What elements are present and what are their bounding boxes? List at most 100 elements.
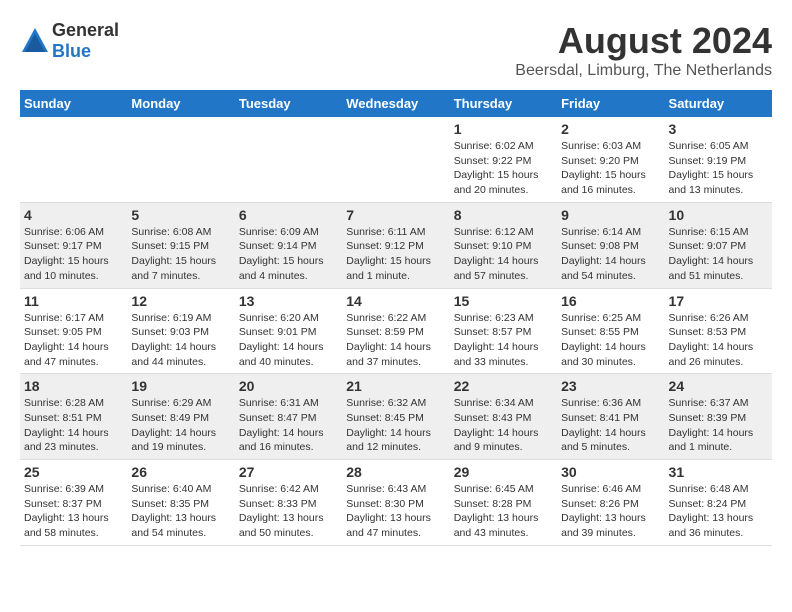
- calendar-week-row: 18Sunrise: 6:28 AM Sunset: 8:51 PM Dayli…: [20, 374, 772, 460]
- calendar-cell: 8 Sunrise: 6:12 AM Sunset: 9:10 PM Daylig…: [450, 202, 557, 288]
- weekday-header-row: SundayMondayTuesdayWednesdayThursdayFrid…: [20, 90, 772, 117]
- day-info: Sunrise: 6:37 AM Sunset: 8:39 PM Dayligh…: [669, 396, 768, 455]
- calendar-cell: 15 Sunrise: 6:23 AM Sunset: 8:57 PM Dayli…: [450, 288, 557, 374]
- day-number: 16: [561, 293, 660, 309]
- weekday-header-tuesday: Tuesday: [235, 90, 342, 117]
- day-number: 26: [131, 464, 230, 480]
- day-info: Sunrise: 6:43 AM Sunset: 8:30 PM Dayligh…: [346, 482, 445, 541]
- weekday-header-sunday: Sunday: [20, 90, 127, 117]
- day-number: 3: [669, 121, 768, 137]
- day-number: 15: [454, 293, 553, 309]
- day-number: 30: [561, 464, 660, 480]
- weekday-header-thursday: Thursday: [450, 90, 557, 117]
- day-info: Sunrise: 6:15 AM Sunset: 9:07 PM Dayligh…: [669, 225, 768, 284]
- day-number: 29: [454, 464, 553, 480]
- day-info: Sunrise: 6:39 AM Sunset: 8:37 PM Dayligh…: [24, 482, 123, 541]
- weekday-header-saturday: Saturday: [665, 90, 772, 117]
- day-number: 28: [346, 464, 445, 480]
- calendar-cell: 31 Sunrise: 6:48 AM Sunset: 8:24 PM Dayli…: [665, 460, 772, 546]
- title-block: August 2024 Beersdal, Limburg, The Nethe…: [515, 20, 772, 80]
- day-number: 20: [239, 378, 338, 394]
- calendar-cell: [20, 117, 127, 202]
- day-info: Sunrise: 6:09 AM Sunset: 9:14 PM Dayligh…: [239, 225, 338, 284]
- calendar-cell: 19 Sunrise: 6:29 AM Sunset: 8:49 PM Dayli…: [127, 374, 234, 460]
- day-info: Sunrise: 6:19 AM Sunset: 9:03 PM Dayligh…: [131, 311, 230, 370]
- day-number: 22: [454, 378, 553, 394]
- logo-icon: [20, 26, 50, 56]
- calendar-cell: 7 Sunrise: 6:11 AM Sunset: 9:12 PM Daylig…: [342, 202, 449, 288]
- weekday-header-monday: Monday: [127, 90, 234, 117]
- calendar-cell: 1 Sunrise: 6:02 AM Sunset: 9:22 PM Daylig…: [450, 117, 557, 202]
- calendar-cell: 28 Sunrise: 6:43 AM Sunset: 8:30 PM Dayli…: [342, 460, 449, 546]
- day-number: 19: [131, 378, 230, 394]
- logo: General Blue: [20, 20, 119, 62]
- day-info: Sunrise: 6:31 AM Sunset: 8:47 PM Dayligh…: [239, 396, 338, 455]
- day-number: 6: [239, 207, 338, 223]
- calendar-week-row: 25 Sunrise: 6:39 AM Sunset: 8:37 PM Dayli…: [20, 460, 772, 546]
- day-number: 12: [131, 293, 230, 309]
- subtitle: Beersdal, Limburg, The Netherlands: [515, 62, 772, 80]
- day-number: 5: [131, 207, 230, 223]
- day-info: Sunrise: 6:29 AM Sunset: 8:49 PM Dayligh…: [131, 396, 230, 455]
- calendar-cell: [127, 117, 234, 202]
- calendar-cell: 11 Sunrise: 6:17 AM Sunset: 9:05 PM Dayli…: [20, 288, 127, 374]
- day-info: Sunrise: 6:36 AM Sunset: 8:41 PM Dayligh…: [561, 396, 660, 455]
- day-number: 7: [346, 207, 445, 223]
- calendar-cell: 13 Sunrise: 6:20 AM Sunset: 9:01 PM Dayli…: [235, 288, 342, 374]
- calendar-cell: 30Sunrise: 6:46 AM Sunset: 8:26 PM Dayli…: [557, 460, 664, 546]
- day-info: Sunrise: 6:06 AM Sunset: 9:17 PM Dayligh…: [24, 225, 123, 284]
- calendar-table: SundayMondayTuesdayWednesdayThursdayFrid…: [20, 90, 772, 546]
- day-number: 9: [561, 207, 660, 223]
- logo-blue: Blue: [52, 41, 91, 61]
- day-info: Sunrise: 6:25 AM Sunset: 8:55 PM Dayligh…: [561, 311, 660, 370]
- day-info: Sunrise: 6:11 AM Sunset: 9:12 PM Dayligh…: [346, 225, 445, 284]
- day-number: 2: [561, 121, 660, 137]
- day-number: 14: [346, 293, 445, 309]
- calendar-cell: 22 Sunrise: 6:34 AM Sunset: 8:43 PM Dayli…: [450, 374, 557, 460]
- day-info: Sunrise: 6:40 AM Sunset: 8:35 PM Dayligh…: [131, 482, 230, 541]
- day-number: 8: [454, 207, 553, 223]
- day-info: Sunrise: 6:32 AM Sunset: 8:45 PM Dayligh…: [346, 396, 445, 455]
- calendar-week-row: 1 Sunrise: 6:02 AM Sunset: 9:22 PM Daylig…: [20, 117, 772, 202]
- calendar-cell: 21 Sunrise: 6:32 AM Sunset: 8:45 PM Dayli…: [342, 374, 449, 460]
- day-number: 25: [24, 464, 123, 480]
- day-info: Sunrise: 6:12 AM Sunset: 9:10 PM Dayligh…: [454, 225, 553, 284]
- calendar-cell: [235, 117, 342, 202]
- day-info: Sunrise: 6:28 AM Sunset: 8:51 PM Dayligh…: [24, 396, 123, 455]
- day-info: Sunrise: 6:03 AM Sunset: 9:20 PM Dayligh…: [561, 139, 660, 198]
- logo-text: General Blue: [52, 20, 119, 62]
- calendar-cell: 14 Sunrise: 6:22 AM Sunset: 8:59 PM Dayli…: [342, 288, 449, 374]
- calendar-cell: [342, 117, 449, 202]
- day-number: 31: [669, 464, 768, 480]
- calendar-cell: 16 Sunrise: 6:25 AM Sunset: 8:55 PM Dayli…: [557, 288, 664, 374]
- day-info: Sunrise: 6:45 AM Sunset: 8:28 PM Dayligh…: [454, 482, 553, 541]
- calendar-cell: 29 Sunrise: 6:45 AM Sunset: 8:28 PM Dayli…: [450, 460, 557, 546]
- day-info: Sunrise: 6:20 AM Sunset: 9:01 PM Dayligh…: [239, 311, 338, 370]
- calendar-cell: 24Sunrise: 6:37 AM Sunset: 8:39 PM Dayli…: [665, 374, 772, 460]
- weekday-header-wednesday: Wednesday: [342, 90, 449, 117]
- page-header: General Blue August 2024 Beersdal, Limbu…: [20, 20, 772, 80]
- day-number: 13: [239, 293, 338, 309]
- calendar-cell: 12 Sunrise: 6:19 AM Sunset: 9:03 PM Dayli…: [127, 288, 234, 374]
- logo-general: General: [52, 20, 119, 40]
- day-number: 4: [24, 207, 123, 223]
- day-info: Sunrise: 6:02 AM Sunset: 9:22 PM Dayligh…: [454, 139, 553, 198]
- calendar-cell: 4 Sunrise: 6:06 AM Sunset: 9:17 PM Daylig…: [20, 202, 127, 288]
- calendar-cell: 18Sunrise: 6:28 AM Sunset: 8:51 PM Dayli…: [20, 374, 127, 460]
- calendar-cell: 6 Sunrise: 6:09 AM Sunset: 9:14 PM Daylig…: [235, 202, 342, 288]
- day-info: Sunrise: 6:14 AM Sunset: 9:08 PM Dayligh…: [561, 225, 660, 284]
- day-info: Sunrise: 6:48 AM Sunset: 8:24 PM Dayligh…: [669, 482, 768, 541]
- day-info: Sunrise: 6:23 AM Sunset: 8:57 PM Dayligh…: [454, 311, 553, 370]
- day-number: 1: [454, 121, 553, 137]
- day-info: Sunrise: 6:17 AM Sunset: 9:05 PM Dayligh…: [24, 311, 123, 370]
- day-number: 21: [346, 378, 445, 394]
- main-title: August 2024: [515, 20, 772, 62]
- day-info: Sunrise: 6:34 AM Sunset: 8:43 PM Dayligh…: [454, 396, 553, 455]
- day-number: 11: [24, 293, 123, 309]
- calendar-cell: 23Sunrise: 6:36 AM Sunset: 8:41 PM Dayli…: [557, 374, 664, 460]
- calendar-cell: 10Sunrise: 6:15 AM Sunset: 9:07 PM Dayli…: [665, 202, 772, 288]
- calendar-cell: 3Sunrise: 6:05 AM Sunset: 9:19 PM Daylig…: [665, 117, 772, 202]
- day-info: Sunrise: 6:22 AM Sunset: 8:59 PM Dayligh…: [346, 311, 445, 370]
- calendar-week-row: 11 Sunrise: 6:17 AM Sunset: 9:05 PM Dayli…: [20, 288, 772, 374]
- calendar-week-row: 4 Sunrise: 6:06 AM Sunset: 9:17 PM Daylig…: [20, 202, 772, 288]
